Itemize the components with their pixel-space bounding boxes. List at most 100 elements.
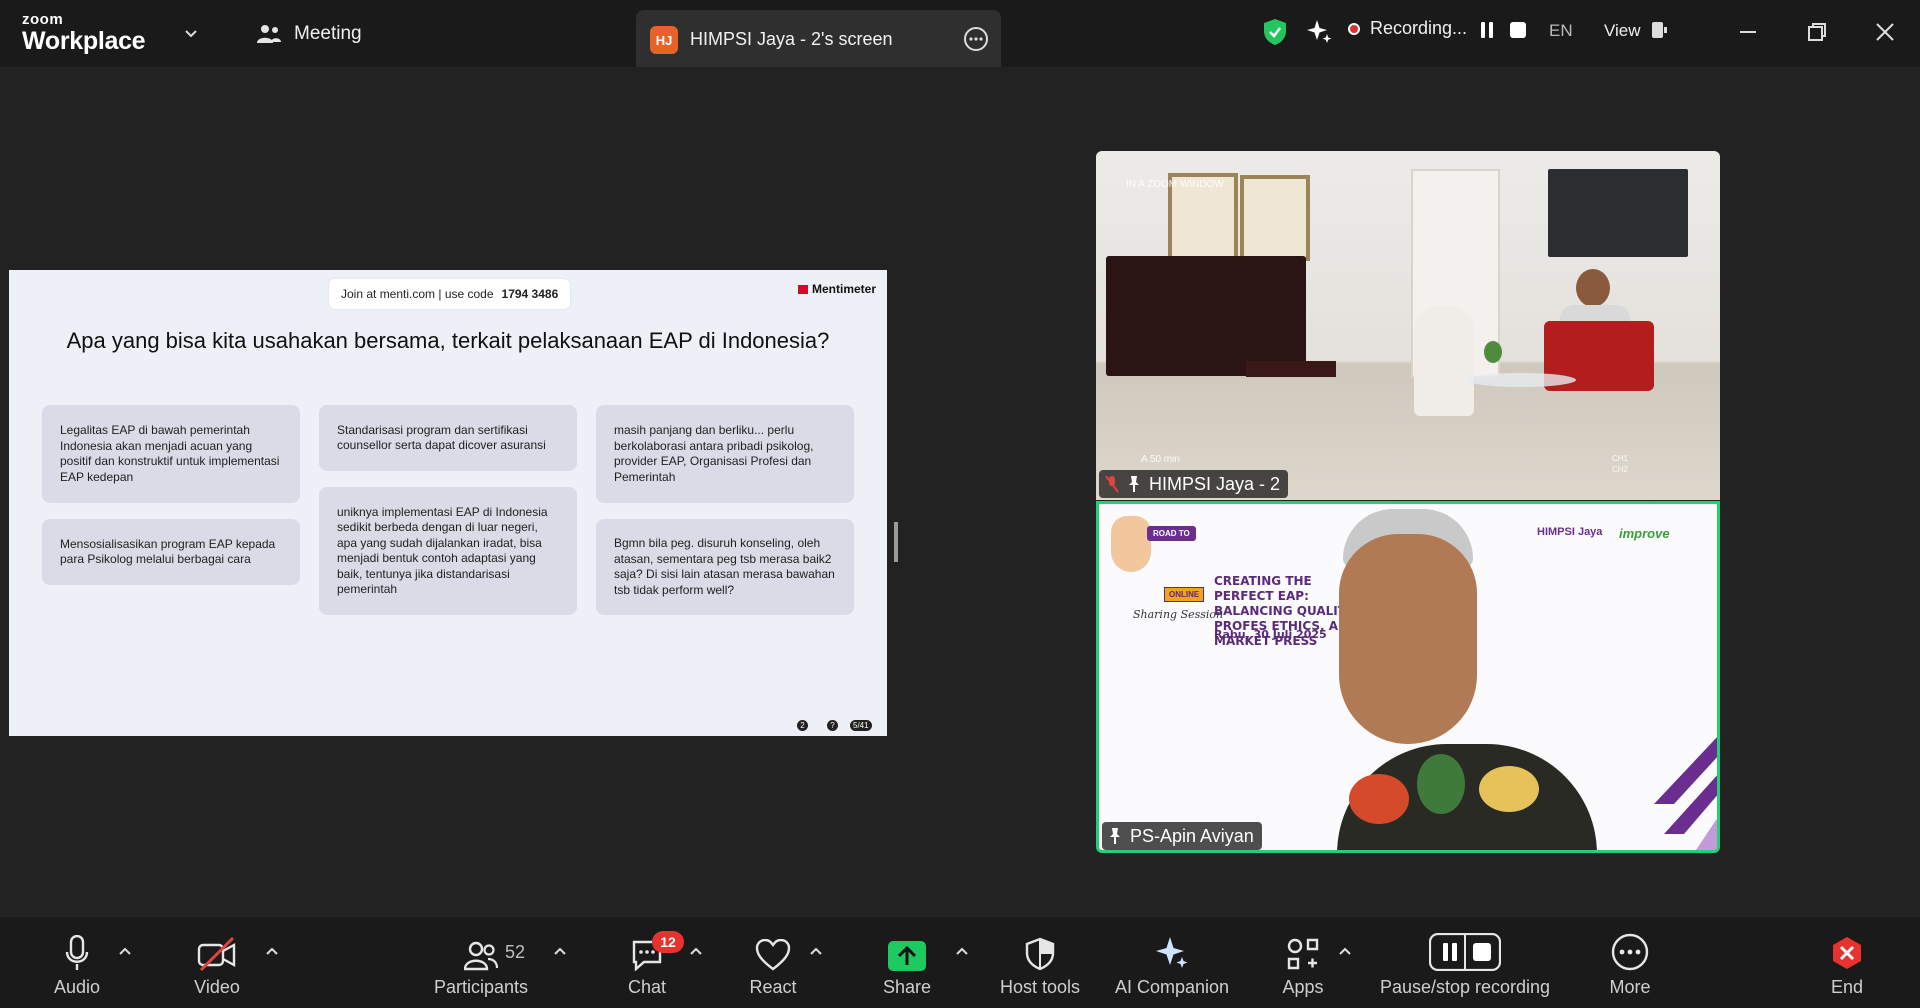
- logo-line1: zoom: [22, 11, 64, 28]
- apps-icon: [1287, 938, 1319, 970]
- participant-name-tag: HIMPSI Jaya - 2: [1099, 470, 1289, 498]
- slide-question: Apa yang bisa kita usahakan bersama, ter…: [66, 328, 830, 353]
- title-bar: zoom Workplace Meeting HJ HIMPSI Jaya - …: [0, 0, 1920, 67]
- panel-resize-handle[interactable]: [894, 522, 898, 562]
- participants-label: Participants: [433, 977, 529, 997]
- video-tile-himpsi[interactable]: IN A ZOOM WINDOW A 50 min CH1 CH2 HIMPSI…: [1096, 151, 1720, 500]
- video-tile-apin[interactable]: ROAD TO ONLINE Sharing Session CREATING …: [1096, 501, 1720, 853]
- ai-companion-button[interactable]: AI Companion: [1110, 917, 1234, 1008]
- apps-label: Apps: [1282, 977, 1324, 997]
- shield-check-icon[interactable]: [1263, 18, 1287, 46]
- recording-dot-icon: [1348, 22, 1360, 35]
- tab-shared-screen[interactable]: HJ HIMPSI Jaya - 2's screen: [636, 10, 1001, 67]
- person-left: [1414, 306, 1474, 416]
- join-text: Join at menti.com | use code: [341, 287, 494, 301]
- more-icon[interactable]: [963, 26, 989, 52]
- banner-online: ONLINE: [1164, 587, 1205, 602]
- restore-icon[interactable]: [1803, 18, 1831, 46]
- host-tools-label: Host tools: [999, 977, 1081, 997]
- pause-stop-icon: [1429, 933, 1501, 971]
- response-card: masih panjang dan berliku... perlu berko…: [596, 405, 854, 503]
- pause-stop-recording-button[interactable]: Pause/stop recording: [1372, 917, 1558, 1008]
- camera-overlay-top: IN A ZOOM WINDOW: [1126, 179, 1224, 190]
- join-instructions: Join at menti.com | use code 1794 3486: [329, 279, 571, 309]
- chevron-up-icon[interactable]: [809, 946, 823, 956]
- heart-icon: [755, 939, 791, 971]
- channel-1-label: CH1: [1612, 454, 1629, 463]
- chevron-up-icon[interactable]: [1338, 946, 1352, 956]
- chevron-down-icon[interactable]: [183, 26, 199, 42]
- video-off-icon: [197, 937, 236, 971]
- language-indicator[interactable]: EN: [1549, 21, 1573, 41]
- join-code: 1794 3486: [501, 287, 559, 301]
- speaker-face: [1339, 534, 1477, 744]
- react-label: React: [749, 977, 797, 997]
- response-card: Legalitas EAP di bawah pemerintah Indone…: [42, 405, 300, 503]
- tab-avatar: HJ: [650, 26, 678, 54]
- audio-button[interactable]: Audio: [42, 917, 112, 1008]
- participant-name-tag: PS-Apin Aviyan: [1102, 822, 1262, 850]
- slide-count-icon[interactable]: 2: [797, 720, 808, 731]
- chevron-up-icon[interactable]: [955, 946, 969, 956]
- pin-icon: [1129, 476, 1139, 492]
- view-icon: [1652, 22, 1668, 38]
- chat-unread-badge: 12: [652, 931, 684, 953]
- chevron-up-icon[interactable]: [553, 946, 567, 956]
- recording-status[interactable]: Recording...: [1348, 18, 1467, 39]
- shared-screen-slide[interactable]: Join at menti.com | use code 1794 3486 M…: [9, 270, 887, 736]
- share-button[interactable]: Share: [872, 917, 942, 1008]
- video-button[interactable]: Video: [182, 917, 252, 1008]
- mentimeter-mark-icon: [798, 284, 808, 294]
- host-tools-button[interactable]: Host tools: [990, 917, 1090, 1008]
- view-button[interactable]: View: [1604, 21, 1668, 41]
- minimize-icon[interactable]: [1734, 18, 1762, 46]
- wall-picture: [1240, 175, 1310, 261]
- close-icon[interactable]: [1871, 18, 1899, 46]
- pin-icon: [1110, 828, 1120, 844]
- shirt-pattern: [1417, 754, 1465, 814]
- more-label: More: [1609, 977, 1651, 997]
- mentimeter-logo: Mentimeter: [798, 282, 876, 296]
- banner-logo-himpsi: HIMPSI Jaya: [1537, 526, 1603, 538]
- share-arrow-icon: [888, 941, 926, 971]
- end-button[interactable]: End: [1812, 917, 1882, 1008]
- slide-pager: 5/41: [850, 720, 872, 731]
- meeting-label: Meeting: [294, 23, 362, 44]
- sparkle-icon[interactable]: [1305, 18, 1333, 46]
- response-card: Bgmn bila peg. disuruh konseling, oleh a…: [596, 519, 854, 615]
- more-button[interactable]: More: [1595, 917, 1665, 1008]
- pause-icon[interactable]: [1480, 22, 1494, 38]
- mentimeter-brand: Mentimeter: [812, 282, 877, 296]
- slide-help-icon[interactable]: ?: [827, 720, 838, 731]
- chevron-up-icon[interactable]: [118, 946, 132, 956]
- chevron-up-icon[interactable]: [689, 946, 703, 956]
- audio-label: Audio: [53, 977, 101, 997]
- piano-bench: [1246, 361, 1336, 377]
- banner-stripes: [1654, 737, 1717, 850]
- meeting-button[interactable]: Meeting: [256, 18, 362, 50]
- response-card: Mensosialisasikan program EAP kepada par…: [42, 519, 300, 585]
- chevron-up-icon[interactable]: [265, 946, 279, 956]
- stop-icon[interactable]: [1510, 22, 1526, 38]
- piano: [1106, 256, 1306, 376]
- logo-line2: Workplace: [22, 27, 146, 55]
- people-icon: [257, 25, 281, 43]
- plant: [1484, 341, 1502, 363]
- participant-name: PS-Apin Aviyan: [1130, 825, 1254, 846]
- banner-sharing: Sharing Session: [1133, 608, 1224, 621]
- ai-sparkle-icon: [1156, 937, 1188, 968]
- view-label: View: [1604, 21, 1641, 40]
- end-label: End: [1830, 977, 1864, 997]
- ai-companion-label: AI Companion: [1114, 977, 1230, 997]
- coffee-table: [1466, 373, 1576, 387]
- react-button[interactable]: React: [738, 917, 808, 1008]
- host-shield-icon: [1025, 937, 1055, 971]
- apps-button[interactable]: Apps: [1268, 917, 1338, 1008]
- tab-title: HIMPSI Jaya - 2's screen: [690, 29, 893, 49]
- person-right-head: [1576, 269, 1610, 307]
- share-label: Share: [882, 977, 932, 997]
- channel-2-label: CH2: [1612, 465, 1629, 474]
- response-card: Standarisasi program dan sertifikasi cou…: [319, 405, 577, 471]
- mic-muted-icon: [1105, 475, 1119, 493]
- banner-road-to: ROAD TO: [1147, 526, 1196, 541]
